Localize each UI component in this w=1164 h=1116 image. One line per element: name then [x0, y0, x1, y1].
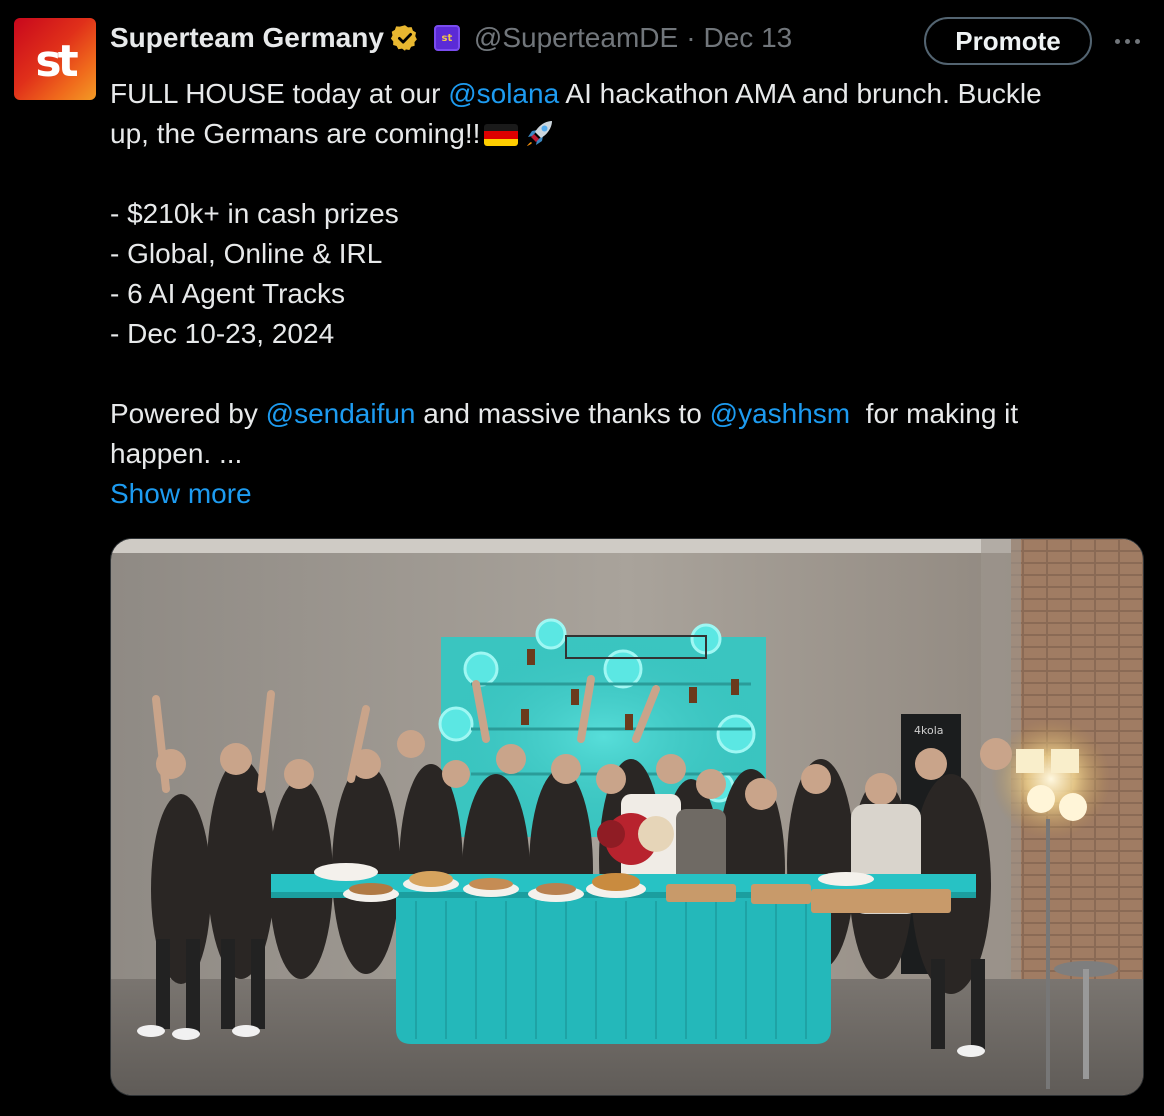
tweet-line-1: FULL HOUSE today at our @solana AI hacka… [110, 74, 1140, 114]
author-display-name[interactable]: Superteam Germany [110, 22, 384, 54]
author-handle[interactable]: @SuperteamDE [474, 22, 678, 54]
tweet-date[interactable]: Dec 13 [704, 22, 793, 54]
tweet-text-segment: for making it [850, 398, 1019, 429]
show-more-link[interactable]: Show more [110, 478, 252, 509]
tweet-text: FULL HOUSE today at our @solana AI hacka… [110, 74, 1140, 514]
author-avatar[interactable]: st [14, 18, 96, 100]
tweet-text-segment: FULL HOUSE today at our [110, 78, 449, 109]
fridge-sign: 4kola [914, 724, 944, 737]
bullet-4: - Dec 10-23, 2024 [110, 318, 335, 349]
bullet-2: - Global, Online & IRL [110, 238, 383, 269]
bullet-1: - $210k+ in cash prizes [110, 198, 399, 229]
mention-sendaifun[interactable]: @sendaifun [266, 398, 416, 429]
superteam-logo-icon: st [35, 36, 82, 87]
germany-flag-icon [484, 124, 519, 146]
gold-verified-badge-icon[interactable] [390, 23, 420, 53]
tweet-text-segment: Powered by [110, 398, 266, 429]
tweet-text-segment: up, the Germans are coming!! [110, 118, 481, 149]
mention-yashhsm[interactable]: @yashhsm [710, 398, 850, 429]
affiliate-badge-icon[interactable]: st [433, 25, 460, 51]
last-line: happen. ... [110, 438, 243, 469]
bullet-3: - 6 AI Agent Tracks [110, 278, 346, 309]
powered-by-line: Powered by @sendaifun and massive thanks… [110, 394, 1140, 434]
svg-text:st: st [35, 36, 78, 87]
tweet-photo[interactable]: 4kola [110, 538, 1144, 1096]
tweet-line-2: up, the Germans are coming!! [110, 114, 1140, 154]
more-dots-icon[interactable] [1110, 28, 1144, 54]
tweet-header: Superteam Germany st @SuperteamDE · Dec … [110, 18, 792, 58]
separator-dot: · [686, 22, 696, 53]
mention-solana[interactable]: @solana [448, 78, 559, 109]
group-photo-illustration: 4kola [111, 539, 1143, 1095]
tweet-text-segment: and massive thanks to [415, 398, 710, 429]
rocket-icon [527, 121, 553, 146]
tweet-text-segment: AI hackathon AMA and brunch. Buckle [559, 78, 1042, 109]
promote-button[interactable]: Promote [924, 17, 1092, 65]
